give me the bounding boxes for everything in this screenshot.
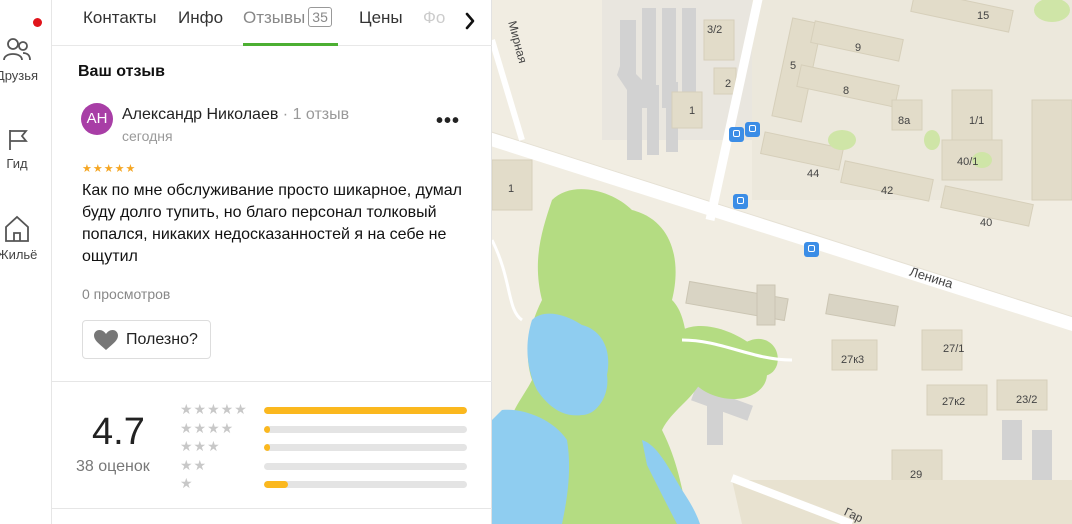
rail-item-label: Жильё [0, 247, 38, 262]
rating-score: 4.7 [92, 411, 145, 453]
distribution-stars: ★★ [180, 456, 208, 473]
distribution-bar-fill [264, 444, 270, 451]
map-building-label: 8а [898, 115, 911, 127]
heart-icon [94, 329, 118, 350]
rail-item-friends[interactable]: Друзья [0, 36, 51, 83]
author-name: Александр Николаев [122, 106, 279, 123]
rating-distribution-row: ★★★★★ [180, 401, 480, 417]
map-building-label: 23/2 [1016, 394, 1038, 406]
review-date: сегодня [122, 128, 173, 144]
bus-stop-icon[interactable] [733, 194, 748, 209]
bus-stop-icon[interactable] [729, 127, 744, 142]
tab-contacts[interactable]: Контакты [83, 8, 156, 28]
map-building-label: 1/1 [969, 115, 985, 127]
map-building-label: 27к2 [942, 396, 966, 408]
map-building-label: 27к3 [841, 354, 865, 366]
tab-photos[interactable]: Фо [423, 8, 445, 28]
tab-bar: Контакты Инфо Отзывы 35 Цены Фо [52, 0, 492, 46]
notification-dot [33, 18, 42, 27]
left-rail: Друзья Гид Жильё [0, 0, 52, 524]
author-review-count: · 1 отзыв [278, 106, 350, 123]
tab-reviews[interactable]: Отзывы 35 [243, 7, 332, 28]
distribution-bar-fill [264, 425, 270, 433]
active-tab-indicator [243, 43, 338, 46]
review-stars: ★★★★★ [82, 163, 137, 175]
distribution-bar [264, 425, 467, 433]
map-building-label: 8 [843, 85, 850, 97]
rating-count: 38 оценок [76, 458, 150, 475]
map-building-label: 15 [977, 10, 990, 22]
map-building-label: 44 [807, 168, 820, 180]
divider [52, 508, 492, 509]
rail-item-guide[interactable]: Гид [0, 128, 51, 171]
map-building-label: 3/2 [707, 24, 723, 36]
distribution-bar-fill [264, 407, 467, 414]
house-icon [5, 215, 29, 242]
rail-item-label: Друзья [0, 68, 39, 83]
distribution-stars: ★★★★ [180, 419, 235, 436]
distribution-stars: ★ [180, 475, 194, 491]
useful-label: Полезно? [126, 330, 198, 348]
map-building-label: 2 [725, 78, 732, 90]
distribution-bar [264, 481, 467, 488]
distribution-bar [264, 462, 467, 470]
bus-stop-icon[interactable] [804, 242, 819, 257]
rail-item-label: Гид [6, 156, 28, 171]
tab-label: Отзывы [243, 8, 306, 27]
avatar[interactable]: АН [81, 103, 113, 135]
map-building-label: 9 [855, 42, 862, 54]
org-panel: Контакты Инфо Отзывы 35 Цены Фо Ваш отзыв… [52, 0, 492, 524]
bus-stop-icon[interactable] [745, 122, 760, 137]
divider [52, 381, 492, 382]
friends-icon [3, 38, 31, 61]
rail-item-housing[interactable]: Жильё [0, 213, 51, 262]
section-title: Ваш отзыв [78, 63, 165, 80]
flag-icon [9, 130, 28, 150]
review-author[interactable]: Александр Николаев · 1 отзыв [122, 106, 349, 124]
map[interactable]: 3/2 15 9 5 8 2 1 8а 1/1 40/1 44 42 40 1 … [492, 0, 1072, 524]
useful-button[interactable]: Полезно? [82, 320, 211, 359]
more-options-button[interactable]: ••• [436, 110, 460, 133]
rating-distribution-row: ★★ [180, 456, 480, 473]
map-building-label: 40 [980, 217, 993, 229]
map-building-label: 1 [689, 105, 696, 117]
rating-distribution-row: ★ [180, 475, 480, 491]
review-text: Как по мне обслуживание просто шикарное,… [82, 182, 463, 265]
map-building-label: 5 [790, 60, 797, 72]
distribution-stars: ★★★★★ [180, 401, 248, 417]
map-building-label: 29 [910, 469, 923, 481]
tab-info[interactable]: Инфо [178, 8, 223, 28]
rating-distribution-row: ★★★ [180, 438, 480, 454]
chevron-right-icon[interactable] [458, 9, 482, 33]
tab-prices[interactable]: Цены [359, 8, 403, 28]
map-building-label: 42 [881, 185, 894, 197]
distribution-stars: ★★★ [180, 438, 221, 454]
map-building-label: 40/1 [957, 156, 979, 168]
views-count: 0 просмотров [82, 286, 171, 302]
distribution-bar [264, 444, 467, 451]
reviews-count-badge: 35 [308, 7, 332, 27]
distribution-bar-fill [264, 481, 288, 488]
map-building-label: 1 [508, 183, 515, 195]
map-building-label: 27/1 [943, 343, 965, 355]
map-canvas [492, 0, 1072, 524]
rating-distribution-row: ★★★★ [180, 419, 480, 436]
distribution-bar [264, 407, 467, 414]
